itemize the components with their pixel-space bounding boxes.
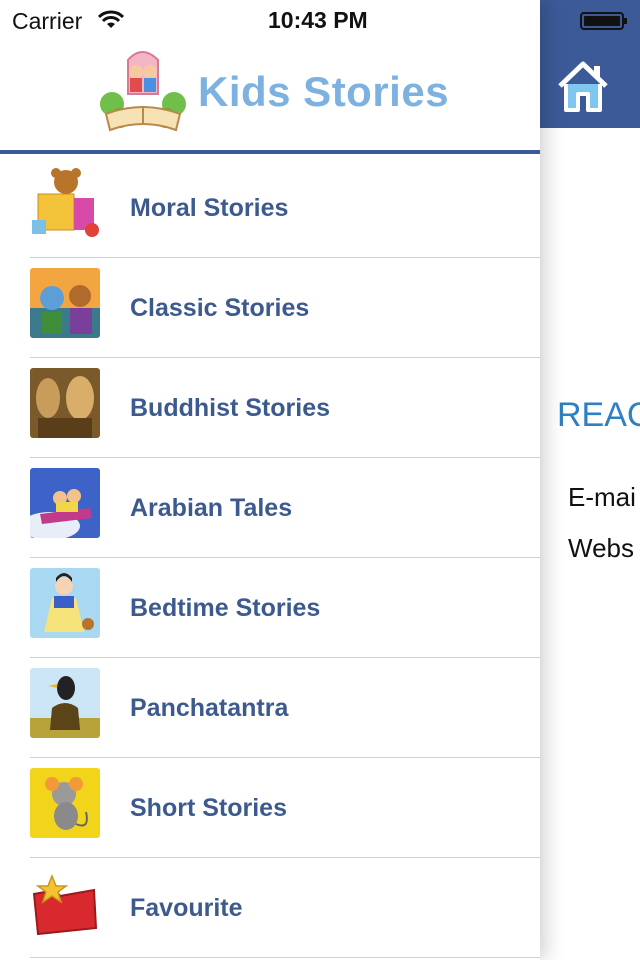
menu-item-label: Moral Stories (130, 194, 289, 222)
menu-item-label: Panchatantra (130, 694, 289, 722)
story-category-list: Moral Stories Classic Stories Buddhist S… (0, 158, 540, 958)
mouse-cartoon-icon (30, 768, 100, 838)
menu-item-label: Short Stories (130, 794, 287, 822)
star-folder-icon (30, 868, 100, 938)
status-bar: Carrier 10:43 PM (0, 0, 540, 40)
menu-item-classic-stories[interactable]: Classic Stories (0, 258, 540, 358)
home-icon[interactable] (556, 58, 610, 114)
menu-item-label: Bedtime Stories (130, 594, 321, 622)
menu-item-label: Favourite (130, 894, 243, 922)
buddha-statue-icon (30, 368, 100, 438)
menu-item-buddhist-stories[interactable]: Buddhist Stories (0, 358, 540, 458)
crow-pot-icon (30, 668, 100, 738)
header-divider (0, 150, 540, 154)
wifi-icon (98, 10, 124, 28)
princess-icon (30, 568, 100, 638)
clock: 10:43 PM (268, 7, 368, 33)
menu-item-moral-stories[interactable]: Moral Stories (0, 158, 540, 258)
classic-characters-icon (30, 268, 100, 338)
content-heading: REAC (557, 396, 640, 434)
menu-item-short-stories[interactable]: Short Stories (0, 758, 540, 858)
website-label: Webs (568, 533, 634, 563)
app-title: Kids Stories (198, 68, 450, 115)
menu-item-arabian-tales[interactable]: Arabian Tales (0, 458, 540, 558)
menu-item-panchatantra[interactable]: Panchatantra (0, 658, 540, 758)
menu-header: Kids Stories (0, 40, 540, 150)
side-menu: Carrier 10:43 PM Kids Stories Moral Stor… (0, 0, 540, 960)
menu-item-label: Buddhist Stories (130, 394, 331, 422)
email-label: E-mai (568, 482, 636, 512)
menu-item-favourite[interactable]: Favourite (0, 858, 540, 958)
menu-item-label: Arabian Tales (130, 494, 293, 522)
carrier-label: Carrier (12, 8, 83, 34)
menu-item-bedtime-stories[interactable]: Bedtime Stories (0, 558, 540, 658)
magic-carpet-icon (30, 468, 100, 538)
menu-item-label: Classic Stories (130, 294, 310, 322)
kids-reading-book-icon (100, 51, 186, 132)
battery-icon (580, 12, 627, 30)
toy-block-bear-icon (30, 168, 100, 238)
divider (30, 957, 540, 958)
